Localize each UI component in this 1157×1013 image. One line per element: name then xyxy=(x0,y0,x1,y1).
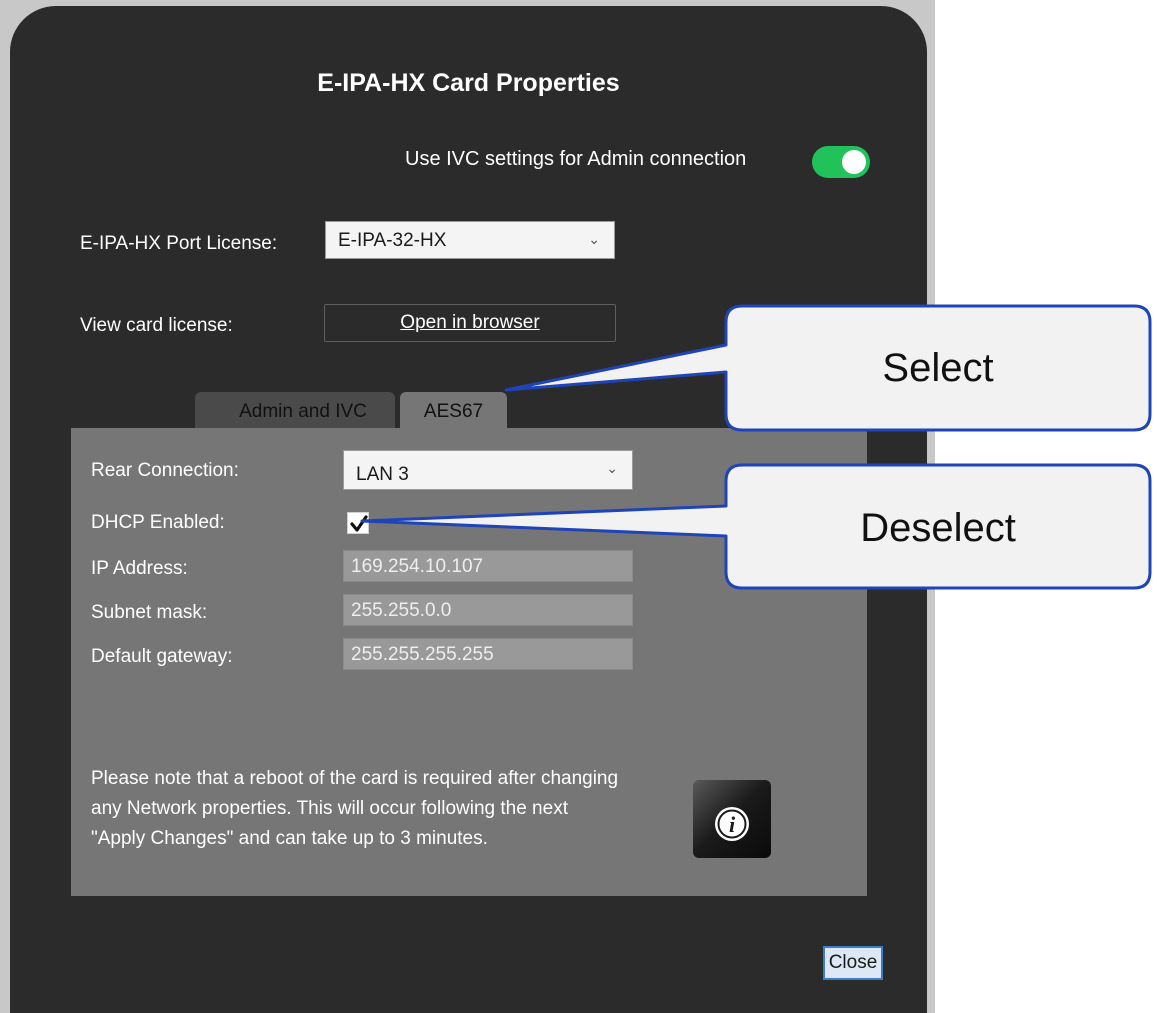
select-callout: Select xyxy=(882,346,994,390)
deselect-callout: Deselect xyxy=(860,506,1016,550)
